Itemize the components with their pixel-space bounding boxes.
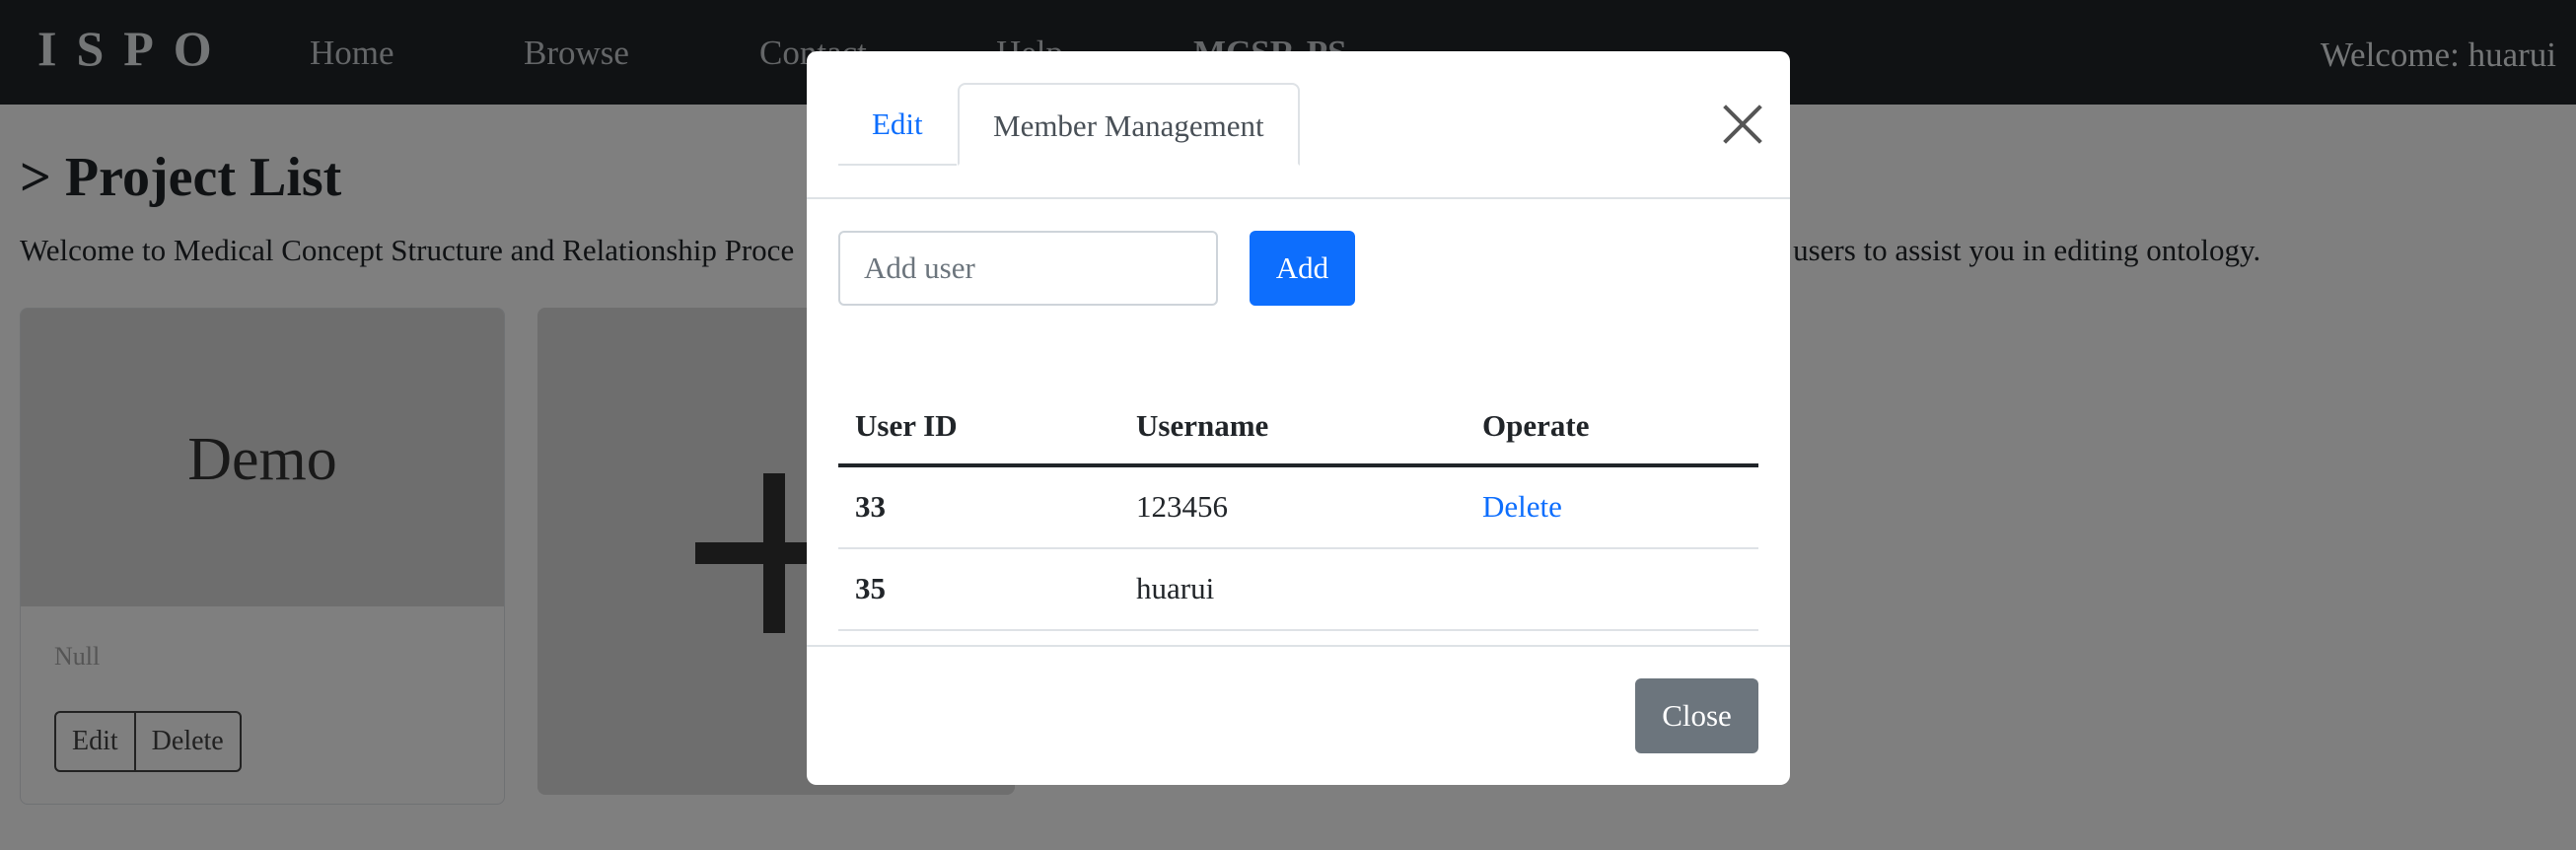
- tab-member-management[interactable]: Member Management: [958, 83, 1300, 166]
- column-header-user-id: User ID: [855, 408, 958, 443]
- table-header: User ID Username Operate: [838, 383, 1758, 467]
- delete-member-link[interactable]: Delete: [1482, 489, 1562, 525]
- add-user-button[interactable]: Add: [1250, 231, 1355, 306]
- cell-user-id: 35: [855, 571, 886, 605]
- column-header-username: Username: [1136, 408, 1269, 443]
- cell-username: huarui: [1136, 571, 1215, 605]
- modal-footer: Close: [807, 645, 1790, 785]
- tab-edit[interactable]: Edit: [838, 83, 957, 166]
- table-row: 33 123456 Delete: [838, 467, 1758, 549]
- cell-user-id: 33: [855, 489, 886, 524]
- members-table: User ID Username Operate 33 123456 Delet…: [838, 383, 1758, 631]
- close-button[interactable]: Close: [1635, 678, 1758, 753]
- add-user-input[interactable]: [838, 231, 1218, 306]
- column-header-operate: Operate: [1482, 408, 1590, 443]
- member-management-modal: Edit Member Management Add User ID Usern…: [807, 51, 1790, 785]
- modal-header: Edit Member Management: [807, 51, 1790, 199]
- table-row: 35 huarui: [838, 549, 1758, 631]
- close-icon[interactable]: [1723, 105, 1762, 144]
- cell-username: 123456: [1136, 489, 1228, 524]
